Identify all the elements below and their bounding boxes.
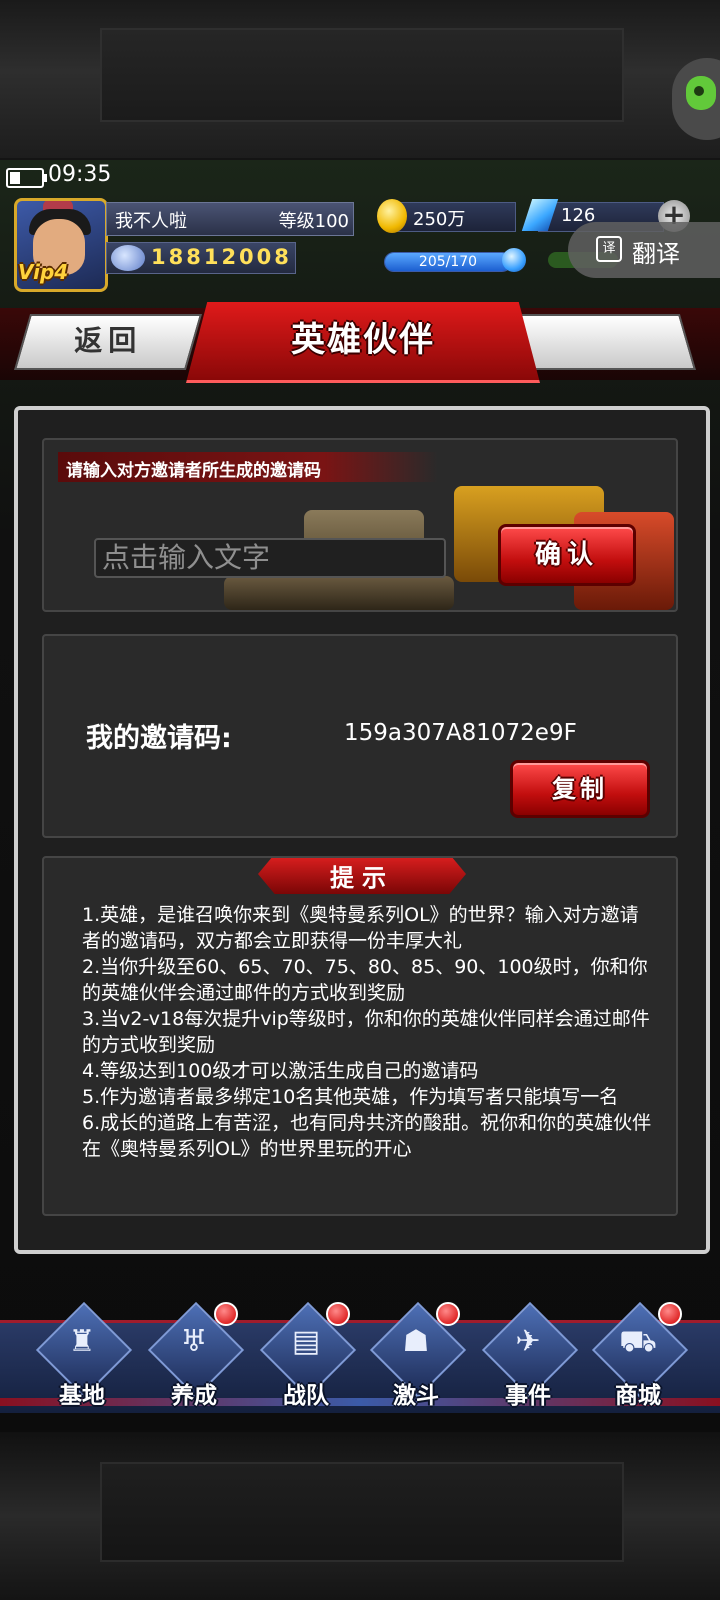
base-icon: ♜ [68, 1324, 96, 1359]
player-id: 18812008 [151, 245, 292, 269]
notification-badge [436, 1302, 460, 1326]
nav-item-2[interactable]: ▤ 战队 [256, 1301, 357, 1412]
invite-input-section: 请输入对方邀请者所生成的邀请码 点击输入文字 确认 [42, 438, 678, 612]
player-name: 我不人啦 [115, 211, 187, 232]
nav-item-3[interactable]: ☗ 激斗 [366, 1301, 467, 1412]
notification-badge [658, 1302, 682, 1326]
nav-item-label: 战队 [283, 1383, 329, 1409]
back-button[interactable]: 返回 [13, 314, 203, 370]
energy-value: 205/170 [418, 254, 478, 270]
nav-item-label: 事件 [505, 1383, 551, 1409]
device-bottom-frame [0, 1432, 720, 1600]
hero-partner-panel: 请输入对方邀请者所生成的邀请码 点击输入文字 确认 我的邀请码: 159a307… [14, 406, 710, 1254]
nav-item-1[interactable]: ♅ 养成 [144, 1301, 245, 1412]
event-icon: ✈ [515, 1324, 541, 1359]
nav-item-0[interactable]: ♜ 基地 [32, 1301, 133, 1412]
vip-badge: Vip4 [18, 260, 69, 284]
notification-badge [326, 1302, 350, 1326]
tips-header: 提示 [258, 858, 466, 894]
nav-item-5[interactable]: ⛟ 商城 [588, 1301, 689, 1412]
tips-title: 提示 [330, 864, 394, 892]
my-invite-code-value: 159a307A81072e9F [344, 720, 577, 746]
translate-button[interactable]: 译 翻译 [568, 222, 720, 278]
status-time: 09:35 [48, 162, 112, 187]
confirm-button[interactable]: 确认 [498, 524, 636, 586]
nav-item-label: 激斗 [393, 1383, 439, 1409]
energy-bar: 205/170 [384, 252, 512, 272]
invite-prompt-ribbon: 请输入对方邀请者所生成的邀请码 [58, 452, 438, 482]
battle-icon: ☗ [402, 1324, 430, 1359]
energy-orb-icon [502, 248, 526, 272]
my-invite-code-section: 我的邀请码: 159a307A81072e9F 复制 [42, 634, 678, 838]
invite-prompt: 请输入对方邀请者所生成的邀请码 [66, 461, 321, 481]
nav-item-label: 基地 [59, 1383, 105, 1409]
nav-item-label: 养成 [171, 1383, 217, 1409]
copy-button[interactable]: 复制 [510, 760, 650, 818]
horn-icon [111, 245, 145, 271]
invite-code-input[interactable]: 点击输入文字 [94, 538, 446, 578]
shop-cart-icon: ⛟ [619, 1324, 657, 1359]
translate-icon: 译 [596, 236, 622, 262]
player-id-bar: 18812008 [106, 242, 296, 274]
translate-label: 翻译 [632, 240, 680, 268]
my-invite-code-label: 我的邀请码: [86, 723, 232, 754]
back-label: 返回 [74, 324, 143, 357]
gold-counter: 250万 [377, 199, 516, 233]
gold-coin-icon [377, 199, 407, 233]
game-screen: 09:35 Vip4 我不人啦 等级100 18812008 250万 126 … [0, 160, 720, 1432]
player-name-bar: 我不人啦 等级100 [106, 202, 354, 236]
team-icon: ▤ [291, 1324, 321, 1359]
notification-badge [214, 1302, 238, 1326]
right-tab-blank [513, 314, 697, 370]
battery-icon [6, 168, 47, 188]
device-top-frame [0, 0, 720, 158]
page-title-banner: 英雄伙伴 [186, 302, 540, 383]
training-icon: ♅ [180, 1324, 208, 1359]
page-title: 英雄伙伴 [291, 320, 435, 360]
nav-item-4[interactable]: ✈ 事件 [478, 1301, 579, 1412]
tips-text: 1.英雄，是谁召唤你来到《奥特曼系列OL》的世界？输入对方邀请者的邀请码，双方都… [82, 904, 652, 1160]
gold-value: 250万 [413, 209, 466, 230]
nav-item-label: 商城 [615, 1383, 661, 1409]
player-level: 等级100 [278, 211, 349, 232]
gem-icon [521, 199, 559, 231]
tips-section[interactable]: 提示 1.英雄，是谁召唤你来到《奥特曼系列OL》的世界？输入对方邀请者的邀请码，… [42, 856, 678, 1216]
bottom-nav: ♜ 基地 ♅ 养成 ▤ 战队 ☗ 激斗 ✈ 事件 ⛟ 商城 [0, 1280, 720, 1432]
